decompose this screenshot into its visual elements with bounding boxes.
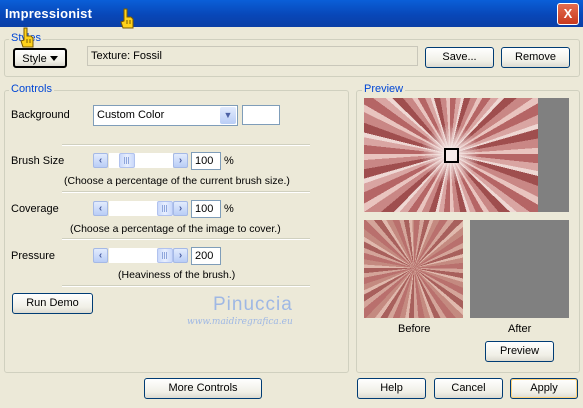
divider: [62, 191, 310, 193]
style-button[interactable]: Style: [13, 48, 67, 68]
preview-legend: Preview: [362, 83, 406, 95]
pressure-value: 200: [195, 250, 214, 262]
percent-unit: %: [224, 203, 234, 215]
background-select-value: Custom Color: [97, 109, 165, 121]
chevron-right-icon[interactable]: ›: [173, 201, 188, 216]
save-button[interactable]: Save...: [425, 47, 494, 68]
main-preview-image[interactable]: [364, 98, 569, 212]
brush-size-input[interactable]: 100: [191, 152, 221, 170]
remove-button[interactable]: Remove: [501, 47, 570, 68]
before-label: Before: [398, 323, 431, 335]
style-button-label: Style: [22, 53, 47, 65]
pressure-input[interactable]: 200: [191, 247, 221, 265]
brush-size-value: 100: [195, 155, 214, 167]
slider-thumb[interactable]: [119, 153, 135, 168]
more-controls-button[interactable]: More Controls: [144, 378, 262, 399]
cancel-button[interactable]: Cancel: [434, 378, 503, 399]
chevron-down-icon[interactable]: ▼: [220, 107, 236, 124]
color-swatch[interactable]: [242, 105, 280, 125]
dropdown-arrow-icon: [49, 56, 58, 61]
pressure-slider[interactable]: [109, 248, 173, 263]
slider-thumb[interactable]: [157, 248, 173, 263]
after-label: After: [508, 323, 532, 335]
percent-unit: %: [224, 155, 234, 167]
chevron-right-icon[interactable]: ›: [173, 153, 188, 168]
help-button[interactable]: Help: [357, 378, 426, 399]
preview-focus-box[interactable]: [444, 148, 459, 163]
chevron-left-icon[interactable]: ‹: [93, 201, 108, 216]
background-select[interactable]: Custom Color ▼: [93, 105, 238, 126]
texture-field: Texture: Fossil: [87, 46, 418, 66]
controls-legend: Controls: [9, 83, 54, 95]
apply-button[interactable]: Apply: [510, 378, 578, 399]
pointing-hand-icon: [120, 8, 134, 29]
pressure-hint: (Heaviness of the brush.): [118, 269, 236, 281]
chevron-left-icon[interactable]: ‹: [93, 153, 108, 168]
background-label: Background: [11, 109, 70, 121]
brush-size-hint: (Choose a percentage of the current brus…: [64, 175, 290, 187]
coverage-hint: (Choose a percentage of the image to cov…: [70, 223, 281, 235]
pointing-hand-icon: [20, 27, 34, 48]
pressure-label: Pressure: [11, 250, 56, 262]
dialog-body: Styles Style Texture: Fossil Save... Rem…: [0, 8, 583, 408]
brush-size-slider[interactable]: [109, 153, 173, 168]
preview-button[interactable]: Preview: [485, 341, 554, 362]
coverage-input[interactable]: 100: [191, 200, 221, 218]
title-bar: Impressionist X: [0, 0, 583, 27]
before-preview-image: [364, 220, 463, 318]
after-preview-image: [470, 220, 569, 318]
watermark-title: Pinuccia: [213, 294, 293, 315]
window-title: Impressionist: [5, 6, 93, 21]
divider: [62, 285, 310, 287]
chevron-left-icon[interactable]: ‹: [93, 248, 108, 263]
coverage-label: Coverage: [11, 203, 59, 215]
divider: [62, 238, 310, 240]
watermark-url: www.maidiregrafica.eu: [187, 317, 293, 327]
texture-label: Texture: Fossil: [91, 50, 162, 62]
coverage-slider[interactable]: [109, 201, 173, 216]
coverage-value: 100: [195, 203, 214, 215]
divider: [62, 144, 310, 146]
slider-thumb[interactable]: [157, 201, 173, 216]
close-icon: X: [563, 6, 573, 21]
chevron-right-icon[interactable]: ›: [173, 248, 188, 263]
brush-size-label: Brush Size: [11, 155, 65, 167]
close-button[interactable]: X: [557, 3, 579, 25]
run-demo-button[interactable]: Run Demo: [12, 293, 93, 314]
